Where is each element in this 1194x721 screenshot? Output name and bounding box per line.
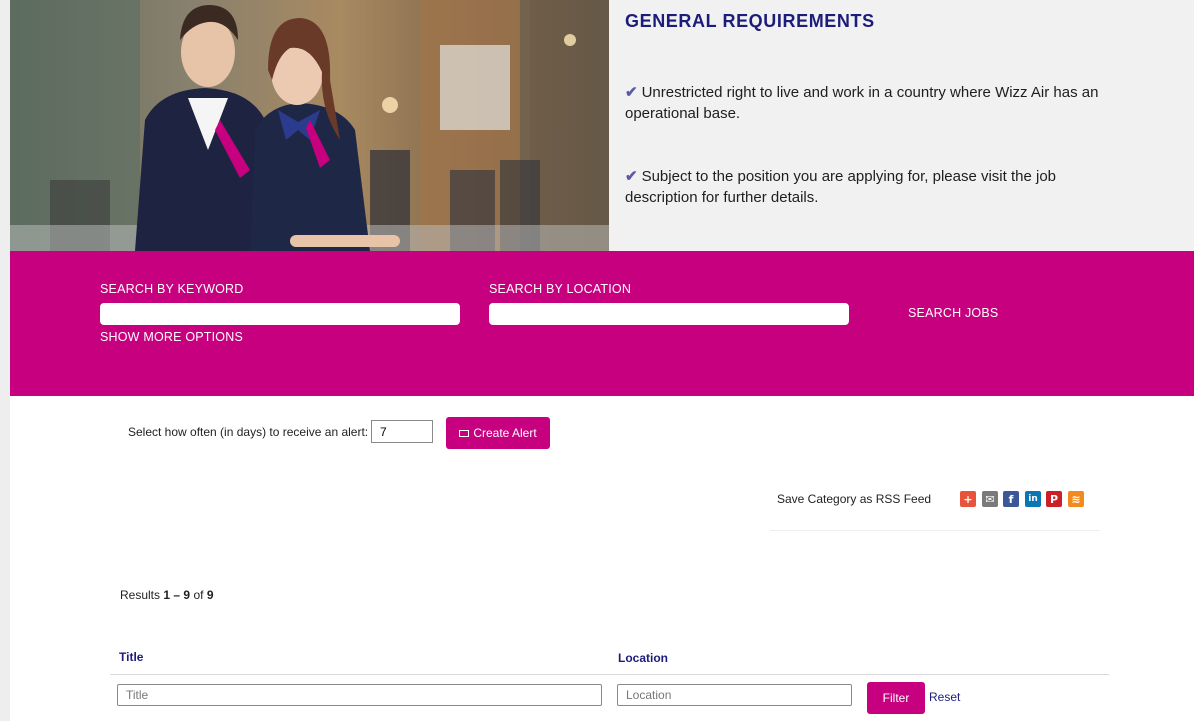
filter-button[interactable]: Filter [867,682,925,714]
column-header-title[interactable]: Title [119,650,143,664]
checkmark-icon: ✔ [625,168,638,185]
pinterest-icon[interactable]: P [1046,491,1062,507]
facebook-icon[interactable]: f [1003,491,1019,507]
keyword-input[interactable] [100,303,460,325]
location-input[interactable] [489,303,849,325]
checkmark-icon: ✔ [625,84,638,101]
header-divider [110,674,1109,675]
results-count: Results 1 – 9 of 9 [120,588,214,602]
linkedin-icon[interactable]: in [1025,491,1041,507]
email-icon[interactable]: ✉ [982,491,998,507]
requirement-item: ✔ Subject to the position you are applyin… [625,168,1057,206]
filter-title-input[interactable] [117,684,602,706]
share-plus-icon[interactable]: + [960,491,976,507]
create-alert-label: Create Alert [473,426,537,440]
keyword-label: SEARCH BY KEYWORD [100,282,244,296]
requirements-panel: GENERAL REQUIREMENTS ✔ Unrestricted right… [609,0,1194,251]
create-alert-button[interactable]: Create Alert [446,417,550,449]
alert-days-input[interactable] [371,420,433,443]
rss-icon[interactable]: ≋ [1068,491,1084,507]
column-header-location[interactable]: Location [618,651,668,665]
divider [770,530,1100,531]
filter-location-input[interactable] [617,684,852,706]
left-gutter [0,0,10,721]
requirement-item: ✔ Unrestricted right to live and work in … [625,84,1099,122]
rss-feed-label: Save Category as RSS Feed [777,492,932,506]
cabin-crew-photo [10,0,609,251]
show-more-options-link[interactable]: SHOW MORE OPTIONS [100,330,243,344]
search-band: SEARCH BY KEYWORD SEARCH BY LOCATION SEA… [10,251,1194,396]
search-jobs-button[interactable]: SEARCH JOBS [908,306,998,320]
hero-photo [10,0,609,251]
envelope-icon [459,429,470,437]
page: GENERAL REQUIREMENTS ✔ Unrestricted right… [0,0,1194,721]
location-label: SEARCH BY LOCATION [489,282,632,296]
alert-frequency-label: Select how often (in days) to receive an… [128,425,369,439]
requirements-title: GENERAL REQUIREMENTS [625,11,875,31]
reset-link[interactable]: Reset [929,690,960,704]
